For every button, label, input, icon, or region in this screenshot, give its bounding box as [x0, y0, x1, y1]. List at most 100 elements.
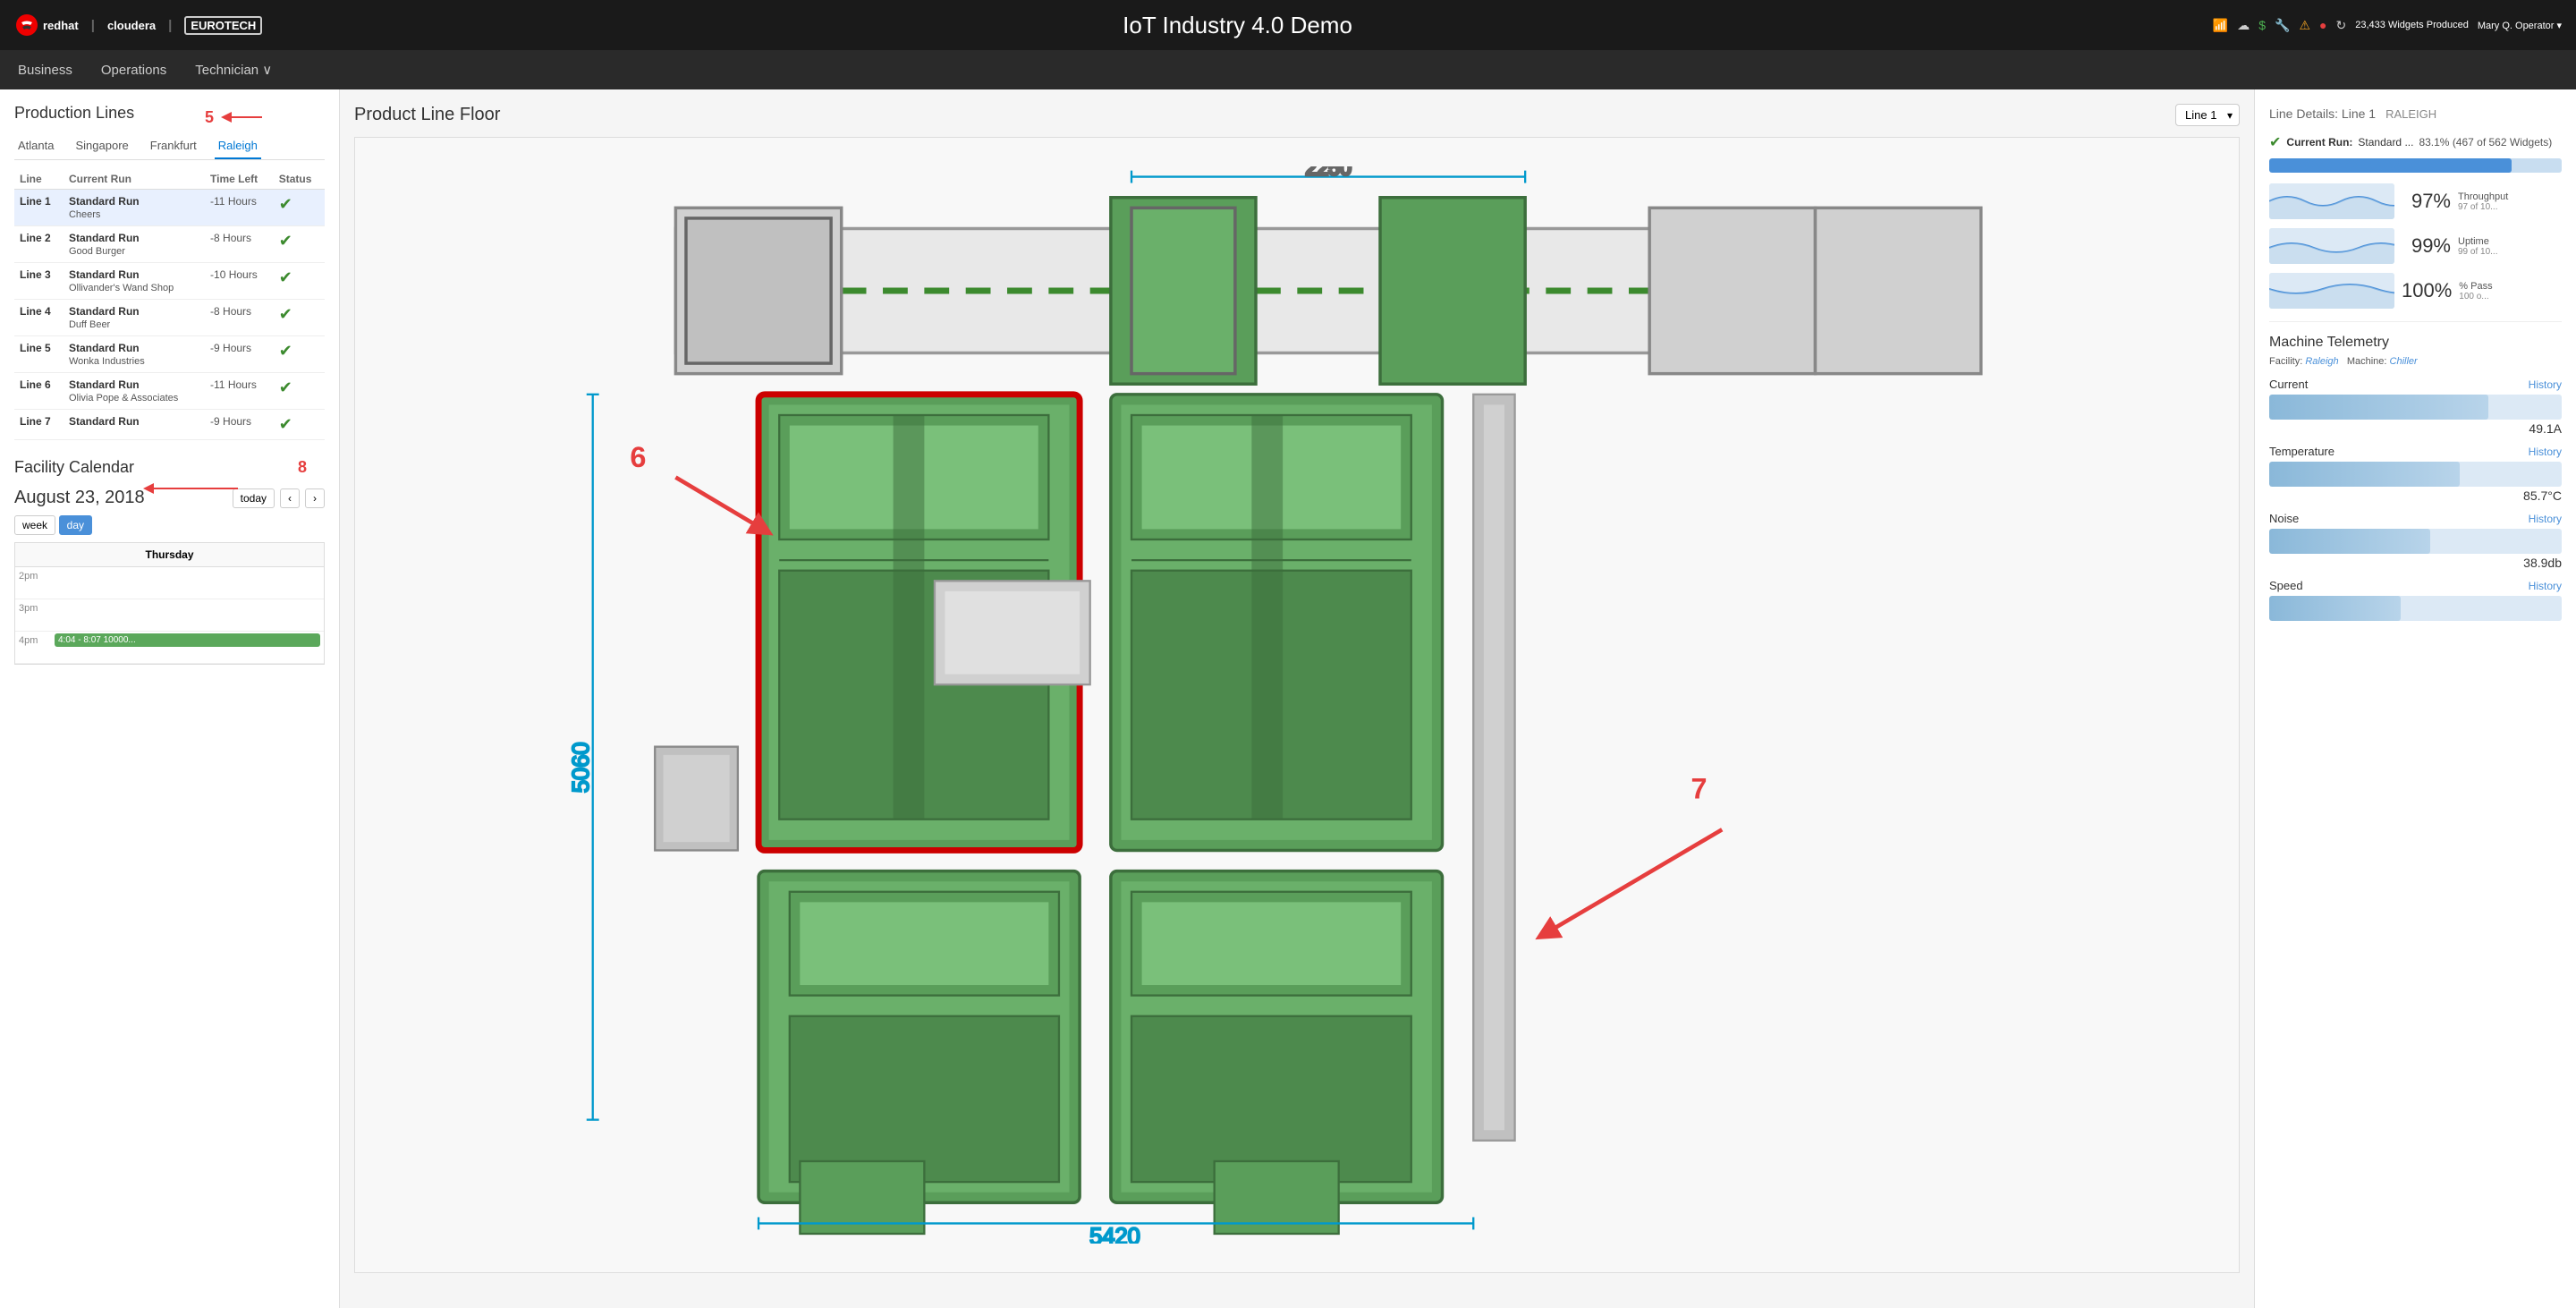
telemetry-label-speed: Speed: [2269, 579, 2303, 592]
telemetry-bar-outer-noise: [2269, 529, 2562, 554]
telemetry-row-current: Current History 49.1A: [2269, 378, 2562, 436]
section-divider: [2269, 321, 2562, 322]
right-panel-title: Line Details: Line 1 RALEIGH: [2269, 104, 2562, 123]
metric-sublabel-pass: 100 o...: [2459, 292, 2492, 302]
right-panel: Line Details: Line 1 RALEIGH ✔ Current R…: [2254, 89, 2576, 1308]
eurotech-text: EUROTECH: [184, 16, 262, 35]
time-content-2pm: [51, 567, 324, 571]
current-run-progress: [2269, 158, 2562, 173]
telemetry-subtitle: Facility: Raleigh Machine: Chiller: [2269, 356, 2562, 367]
center-panel: Product Line Floor Line 1 Line 2 Line 3 …: [340, 89, 2254, 1308]
table-row[interactable]: Line 5 Standard RunWonka Industries -9 H…: [14, 336, 325, 373]
telemetry-history-temperature[interactable]: History: [2529, 446, 2562, 458]
cell-run: Standard RunGood Burger: [64, 226, 205, 263]
telemetry-bar-outer-speed: [2269, 596, 2562, 621]
left-panel: Production Lines 5 Atlanta Singapore Fra…: [0, 89, 340, 1308]
time-slot-4pm: 4pm 4:04 - 8:07 10000...: [15, 632, 324, 664]
wifi-icon: 📶: [2213, 18, 2228, 33]
cell-status: ✔: [274, 300, 325, 336]
table-row[interactable]: Line 4 Standard RunDuff Beer -8 Hours ✔: [14, 300, 325, 336]
cell-line: Line 2: [14, 226, 64, 263]
metric-value-pass: 100%: [2402, 279, 2452, 302]
metric-label-pass: % Pass: [2459, 281, 2492, 292]
telemetry-row-noise: Noise History 38.9db: [2269, 512, 2562, 570]
location-tabs: Atlanta Singapore Frankfurt Raleigh: [14, 133, 325, 160]
table-row[interactable]: Line 2 Standard RunGood Burger -8 Hours …: [14, 226, 325, 263]
metric-row-pass: 100% % Pass 100 o...: [2269, 273, 2562, 309]
table-row[interactable]: Line 7 Standard Run -9 Hours ✔: [14, 410, 325, 440]
refresh-icon[interactable]: ↻: [2336, 18, 2347, 33]
tab-raleigh[interactable]: Raleigh: [215, 133, 261, 159]
tab-frankfurt[interactable]: Frankfurt: [147, 133, 200, 159]
svg-text:7: 7: [1690, 772, 1707, 804]
cell-line: Line 3: [14, 263, 64, 300]
telemetry-container: Current History 49.1A Temperature Histor…: [2269, 378, 2562, 621]
progress-bar-fill: [2269, 158, 2512, 173]
week-view-button[interactable]: week: [14, 515, 55, 535]
line-selector-wrap: Line 1 Line 2 Line 3 Line 4 Line 5 Line …: [2175, 104, 2240, 126]
telemetry-bar-inner-temperature: [2269, 462, 2460, 487]
cell-time: -8 Hours: [205, 226, 274, 263]
cell-time: -8 Hours: [205, 300, 274, 336]
calendar-body: Thursday 2pm 3pm 4pm 4:04 - 8:07 10000..…: [14, 542, 325, 665]
run-label: Current Run:: [2286, 136, 2352, 149]
line-selector[interactable]: Line 1 Line 2 Line 3 Line 4 Line 5 Line …: [2175, 104, 2240, 126]
prev-button[interactable]: ‹: [280, 488, 300, 508]
telemetry-header-temperature: Temperature History: [2269, 445, 2562, 458]
cell-line: Line 6: [14, 373, 64, 410]
current-run-row: ✔ Current Run: Standard ... 83.1% (467 o…: [2269, 133, 2562, 151]
table-row[interactable]: Line 6 Standard RunOlivia Pope & Associa…: [14, 373, 325, 410]
table-row[interactable]: Line 1 Standard RunCheers -11 Hours ✔: [14, 190, 325, 226]
annotation-8: 8: [298, 458, 307, 477]
calendar-event[interactable]: 4:04 - 8:07 10000...: [55, 633, 320, 647]
telemetry-row-temperature: Temperature History 85.7°C: [2269, 445, 2562, 503]
metric-sublabel-throughput: 97 of 10...: [2458, 202, 2508, 212]
user-info[interactable]: Mary Q. Operator ▾: [2478, 20, 2562, 31]
metric-row-uptime: 99% Uptime 99 of 10...: [2269, 228, 2562, 264]
app-title: IoT Industry 4.0 Demo: [262, 12, 2213, 39]
cloud-icon: ☁: [2237, 18, 2250, 33]
cell-run: Standard RunWonka Industries: [64, 336, 205, 373]
cell-run: Standard Run: [64, 410, 205, 440]
metric-labels-pass: % Pass 100 o...: [2459, 281, 2492, 302]
wrench-icon: 🔧: [2275, 18, 2290, 33]
cell-status: ✔: [274, 336, 325, 373]
table-row[interactable]: Line 3 Standard RunOllivander's Wand Sho…: [14, 263, 325, 300]
nav-operations[interactable]: Operations: [101, 59, 166, 81]
day-view-button[interactable]: day: [59, 515, 92, 535]
telemetry-history-speed[interactable]: History: [2529, 580, 2562, 592]
production-table: Line Current Run Time Left Status Line 1…: [14, 169, 325, 440]
cell-run: Standard RunDuff Beer: [64, 300, 205, 336]
calendar-view-toggle: week day: [14, 515, 325, 535]
arrow-5: [217, 104, 271, 131]
metric-labels-uptime: Uptime 99 of 10...: [2458, 236, 2497, 257]
tab-atlanta[interactable]: Atlanta: [14, 133, 57, 159]
cell-status: ✔: [274, 263, 325, 300]
floor-plan[interactable]: 2250 5060: [354, 137, 2240, 1273]
nav-technician[interactable]: Technician ∨: [195, 62, 272, 78]
arrow-8: [140, 480, 247, 500]
cell-line: Line 1: [14, 190, 64, 226]
telemetry-history-current[interactable]: History: [2529, 378, 2562, 391]
metric-label-throughput: Throughput: [2458, 191, 2508, 202]
telemetry-bar-outer-temperature: [2269, 462, 2562, 487]
run-name: Standard ...: [2358, 136, 2413, 149]
telemetry-label-current: Current: [2269, 378, 2308, 391]
telemetry-history-noise[interactable]: History: [2529, 513, 2562, 525]
redhat-icon: [14, 13, 39, 38]
cell-line: Line 4: [14, 300, 64, 336]
cell-run: Standard RunCheers: [64, 190, 205, 226]
redhat-logo: redhat: [14, 13, 79, 38]
nav-business[interactable]: Business: [18, 59, 72, 81]
tab-singapore[interactable]: Singapore: [72, 133, 131, 159]
col-current-run: Current Run: [64, 169, 205, 190]
dollar-icon: $: [2258, 18, 2266, 32]
metric-sublabel-uptime: 99 of 10...: [2458, 247, 2497, 257]
location-subtitle: RALEIGH: [2385, 107, 2436, 121]
run-check-icon: ✔: [2269, 133, 2281, 151]
next-button[interactable]: ›: [305, 488, 325, 508]
cell-run: Standard RunOllivander's Wand Shop: [64, 263, 205, 300]
telemetry-label-temperature: Temperature: [2269, 445, 2334, 458]
warning-icon: ⚠: [2299, 18, 2310, 33]
telemetry-bar-outer-current: [2269, 395, 2562, 420]
